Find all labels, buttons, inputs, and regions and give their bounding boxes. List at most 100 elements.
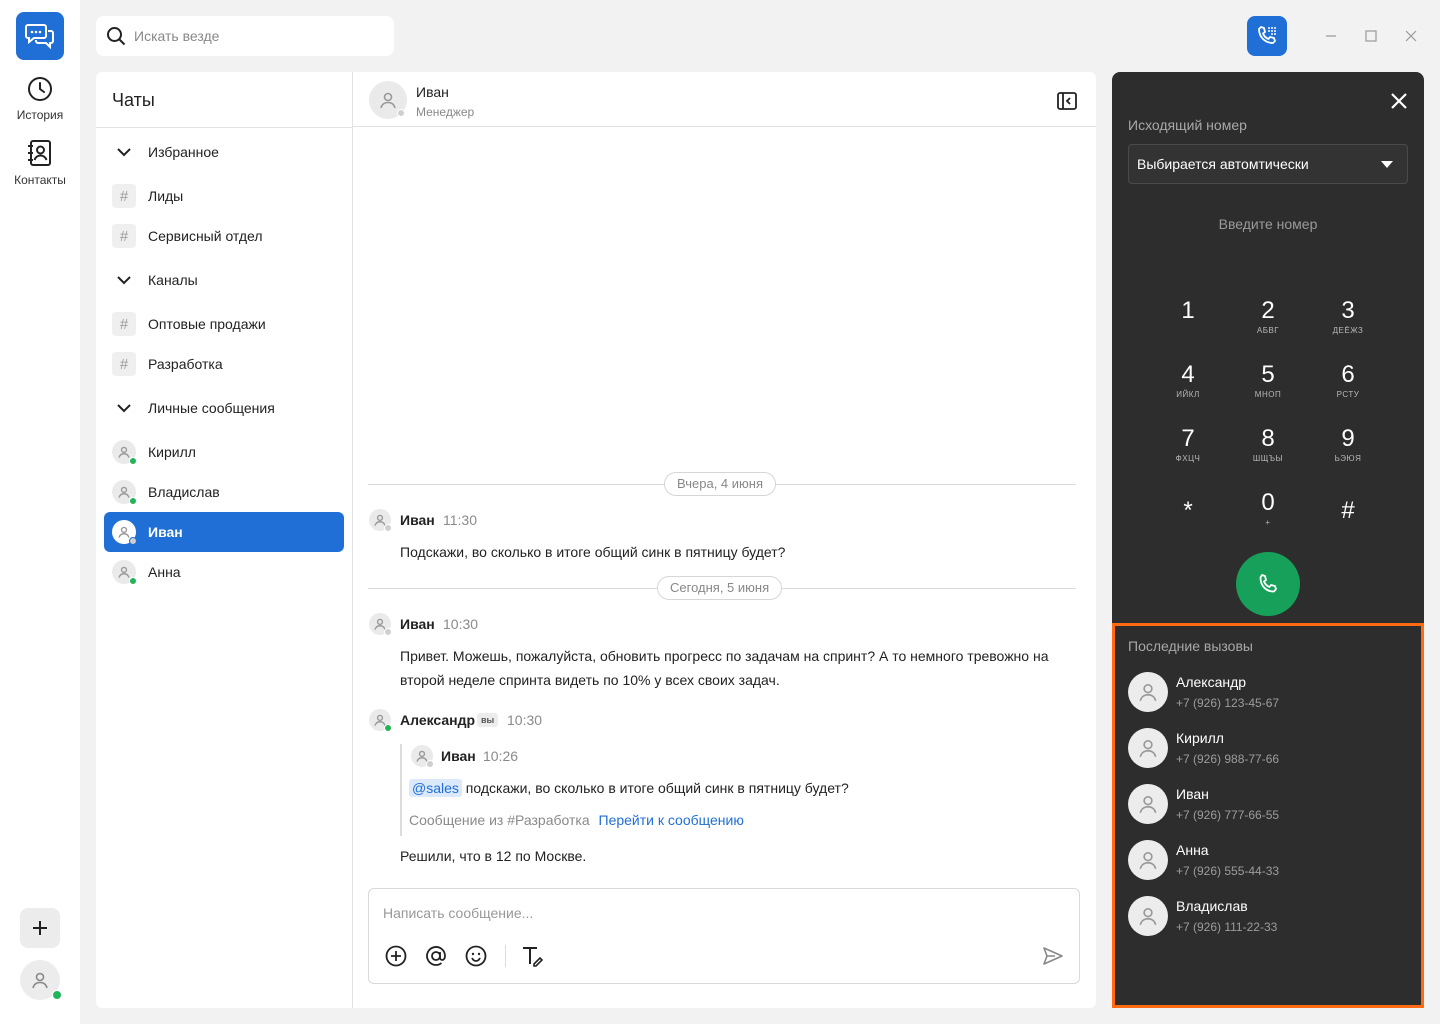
recent-call-phone: +7 (926) 111-22-33 xyxy=(1176,920,1278,934)
caret-down-icon xyxy=(1381,161,1393,168)
avatar[interactable] xyxy=(369,81,407,119)
call-button[interactable] xyxy=(1236,552,1300,616)
plus-circle-icon xyxy=(385,945,407,967)
mention-button[interactable] xyxy=(424,944,448,968)
section-favorites[interactable]: Избранное xyxy=(104,132,344,172)
user-icon xyxy=(1139,684,1157,702)
add-button[interactable] xyxy=(20,908,60,948)
rail-contacts[interactable]: Контакты xyxy=(0,139,80,187)
search-input[interactable] xyxy=(134,28,374,44)
online-status-dot xyxy=(384,724,392,732)
key-7[interactable]: 7 ФХЦЧ xyxy=(1156,424,1220,476)
chat-item-kirill[interactable]: Кирилл xyxy=(104,432,344,472)
phone-number-input[interactable] xyxy=(1128,212,1408,236)
app-logo[interactable] xyxy=(16,12,64,60)
minimize-button[interactable] xyxy=(1321,26,1341,46)
section-label: Каналы xyxy=(148,272,198,288)
user-icon xyxy=(118,446,130,458)
offline-status-dot xyxy=(129,537,137,545)
recent-calls-title: Последние вызовы xyxy=(1128,638,1253,654)
my-avatar[interactable] xyxy=(20,960,62,1000)
key-6[interactable]: 6 РСТУ xyxy=(1316,360,1380,412)
contact-name: Иван xyxy=(416,84,449,100)
chat-item-label: Лиды xyxy=(148,188,184,204)
recent-call-item[interactable]: Александр +7 (926) 123-45-67 xyxy=(1128,672,1408,716)
you-badge: вы xyxy=(477,713,499,727)
user-icon xyxy=(1139,852,1157,870)
message-input[interactable] xyxy=(383,905,1023,921)
mention-tag[interactable]: @sales xyxy=(409,779,462,797)
date-separator: Вчера, 4 июня xyxy=(368,472,1076,496)
divider xyxy=(505,945,506,967)
chat-item-label: Кирилл xyxy=(148,444,196,460)
section-direct[interactable]: Личные сообщения xyxy=(104,388,344,428)
user-icon xyxy=(1139,796,1157,814)
dialer-panel: Исходящий номер Выбирается автомтически … xyxy=(1112,72,1424,1008)
maximize-button[interactable] xyxy=(1361,26,1381,46)
section-label: Избранное xyxy=(148,144,219,160)
recent-call-item[interactable]: Анна +7 (926) 555-44-33 xyxy=(1128,840,1408,884)
key-3[interactable]: 3 ДЕЁЖЗ xyxy=(1316,296,1380,348)
message-author[interactable]: Иван xyxy=(400,512,435,528)
hash-icon: # xyxy=(112,352,136,376)
go-to-message-link[interactable]: Перейти к сообщению xyxy=(599,812,744,828)
collapse-panel-button[interactable] xyxy=(1056,90,1078,112)
chat-item-label: Владислав xyxy=(148,484,220,500)
key-2[interactable]: 2 АБВГ xyxy=(1236,296,1300,348)
left-rail: История Контакты xyxy=(0,0,80,1024)
key-5[interactable]: 5 МНОП xyxy=(1236,360,1300,412)
avatar xyxy=(1128,728,1168,768)
online-status-dot xyxy=(129,577,137,585)
recent-call-item[interactable]: Кирилл +7 (926) 988-77-66 xyxy=(1128,728,1408,772)
key-9[interactable]: 9 ЬЭЮЯ xyxy=(1316,424,1380,476)
key-1[interactable]: 1 xyxy=(1156,296,1220,348)
key-4[interactable]: 4 ИЙКЛ xyxy=(1156,360,1220,412)
user-icon xyxy=(380,92,396,109)
close-window-button[interactable] xyxy=(1401,26,1421,46)
key-0[interactable]: 0 + xyxy=(1236,488,1300,540)
phone-icon xyxy=(1259,574,1277,593)
outgoing-number-select[interactable]: Выбирается автомтически xyxy=(1128,144,1408,184)
key-hash[interactable]: # xyxy=(1316,496,1380,548)
avatar xyxy=(369,613,392,636)
recent-call-item[interactable]: Владислав +7 (926) 111-22-33 xyxy=(1128,896,1408,940)
format-text-button[interactable] xyxy=(521,944,545,968)
chat-item-label: Анна xyxy=(148,564,181,580)
message-text: Подскажи, во сколько в итоге общий синк … xyxy=(400,544,786,560)
global-search[interactable] xyxy=(96,16,394,56)
chat-item-ivan[interactable]: Иван xyxy=(104,512,344,552)
chat-item-anna[interactable]: Анна xyxy=(104,552,344,592)
chat-item-leads[interactable]: # Лиды xyxy=(104,176,344,216)
recent-call-name: Иван xyxy=(1176,786,1209,802)
recent-call-name: Анна xyxy=(1176,842,1209,858)
user-icon xyxy=(1139,740,1157,758)
send-button[interactable] xyxy=(1041,944,1065,968)
message-text: Решили, что в 12 по Москве. xyxy=(400,848,587,864)
quote-author[interactable]: Иван xyxy=(441,748,476,764)
contact-role: Менеджер xyxy=(416,105,475,119)
emoji-button[interactable] xyxy=(464,944,488,968)
message-author[interactable]: Александр xyxy=(400,712,475,728)
chat-item-vladislav[interactable]: Владислав xyxy=(104,472,344,512)
message-text: Привет. Можешь, пожалуйста, обновить про… xyxy=(400,648,1049,688)
recent-call-name: Кирилл xyxy=(1176,730,1224,746)
attach-button[interactable] xyxy=(384,944,408,968)
search-icon xyxy=(107,27,126,46)
hash-icon: # xyxy=(112,184,136,208)
chat-item-service[interactable]: # Сервисный отдел xyxy=(104,216,344,256)
close-dialer-button[interactable] xyxy=(1388,90,1410,112)
chat-item-development[interactable]: # Разработка xyxy=(104,344,344,384)
dialer-toggle-button[interactable] xyxy=(1247,16,1287,56)
message-author[interactable]: Иван xyxy=(400,616,435,632)
key-8[interactable]: 8 ШЩЪЫ xyxy=(1236,424,1300,476)
section-channels[interactable]: Каналы xyxy=(104,260,344,300)
key-star[interactable]: * xyxy=(1156,496,1220,548)
rail-history[interactable]: История xyxy=(0,76,80,122)
online-status-dot xyxy=(129,497,137,505)
chat-list: Чаты Избранное # Лиды # Сервисный отдел … xyxy=(96,72,353,1008)
avatar xyxy=(369,509,392,532)
recent-call-item[interactable]: Иван +7 (926) 777-66-55 xyxy=(1128,784,1408,828)
recent-call-phone: +7 (926) 123-45-67 xyxy=(1176,696,1280,710)
phone-keypad-icon xyxy=(1258,26,1276,44)
chat-item-wholesale[interactable]: # Оптовые продажи xyxy=(104,304,344,344)
